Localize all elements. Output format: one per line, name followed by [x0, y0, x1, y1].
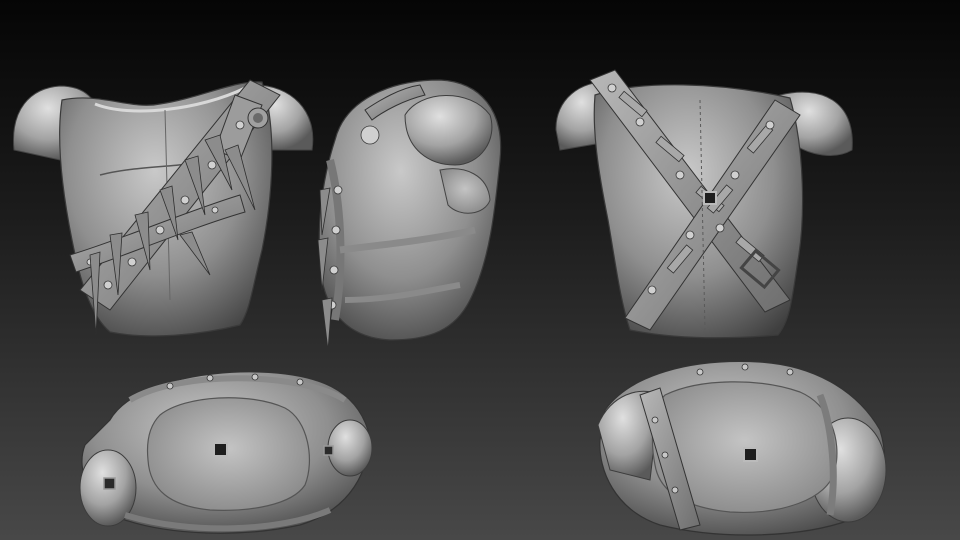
torso-bottom-view — [79, 371, 373, 534]
torso-back-view — [555, 69, 853, 339]
sculpt-render — [13, 69, 887, 536]
torso-front-view — [13, 79, 314, 337]
torso-side-view — [317, 79, 502, 351]
torso-top-view — [597, 360, 887, 536]
sculpt-viewport — [0, 0, 960, 540]
